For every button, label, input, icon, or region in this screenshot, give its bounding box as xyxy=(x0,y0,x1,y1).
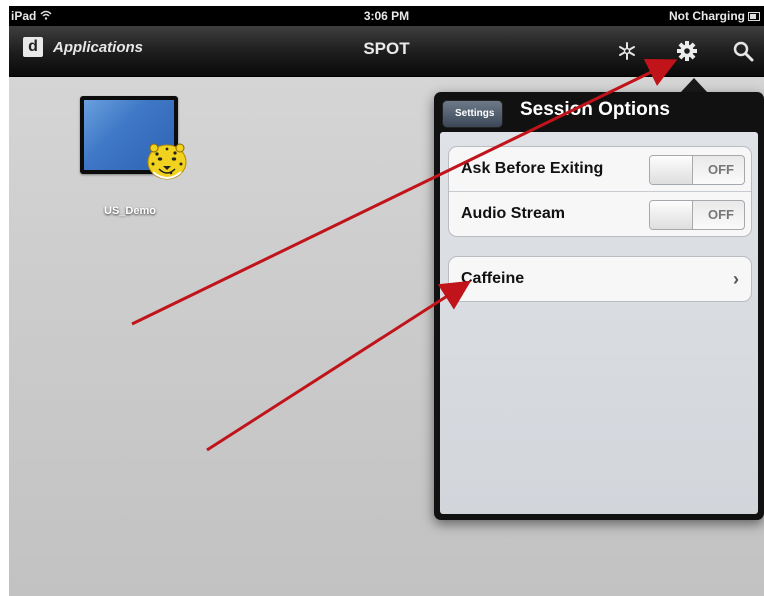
settings-back-button[interactable]: Settings xyxy=(442,100,504,128)
gear-icon[interactable] xyxy=(675,39,699,63)
audio-stream-row: Audio Stream OFF xyxy=(449,192,751,236)
toggle-group: Ask Before Exiting OFF Audio Stream OFF xyxy=(448,146,752,237)
audio-stream-toggle[interactable]: OFF xyxy=(649,200,745,230)
chevron-right-icon: › xyxy=(733,269,739,289)
navigation-bar: d Applications SPOT xyxy=(9,26,764,77)
session-options-popover: Settings Session Options Ask Before Exit… xyxy=(434,92,764,520)
search-icon[interactable] xyxy=(731,39,755,63)
popover-title: Session Options xyxy=(520,99,670,120)
popover-pointer xyxy=(680,78,708,93)
ask-before-exiting-toggle[interactable]: OFF xyxy=(649,155,745,185)
status-bar: iPad 3:06 PM Not Charging xyxy=(9,6,764,26)
desktop-icon-label: US_Demo xyxy=(104,205,156,217)
toggle-state: OFF xyxy=(708,207,734,222)
ask-before-exiting-row: Ask Before Exiting OFF xyxy=(449,147,751,192)
toggle-label: Ask Before Exiting xyxy=(461,160,604,177)
caffeine-row[interactable]: Caffeine › xyxy=(449,257,751,301)
nav-group: Caffeine › xyxy=(448,256,752,302)
snowflake-icon[interactable] xyxy=(615,39,639,63)
cheetah-icon xyxy=(145,142,189,182)
caffeine-label: Caffeine xyxy=(461,270,525,287)
popover-body: Ask Before Exiting OFF Audio Stream OFF xyxy=(440,132,758,514)
nav-title: SPOT xyxy=(363,39,410,58)
toggle-label: Audio Stream xyxy=(461,205,566,222)
battery-status-text: Not Charging xyxy=(669,9,745,23)
ipad-screen: iPad 3:06 PM Not Charging d Applications… xyxy=(9,6,764,596)
toggle-state: OFF xyxy=(708,162,734,177)
status-time: 3:06 PM xyxy=(363,9,410,23)
popover-header: Settings Session Options xyxy=(434,92,764,132)
battery-icon xyxy=(748,11,760,21)
